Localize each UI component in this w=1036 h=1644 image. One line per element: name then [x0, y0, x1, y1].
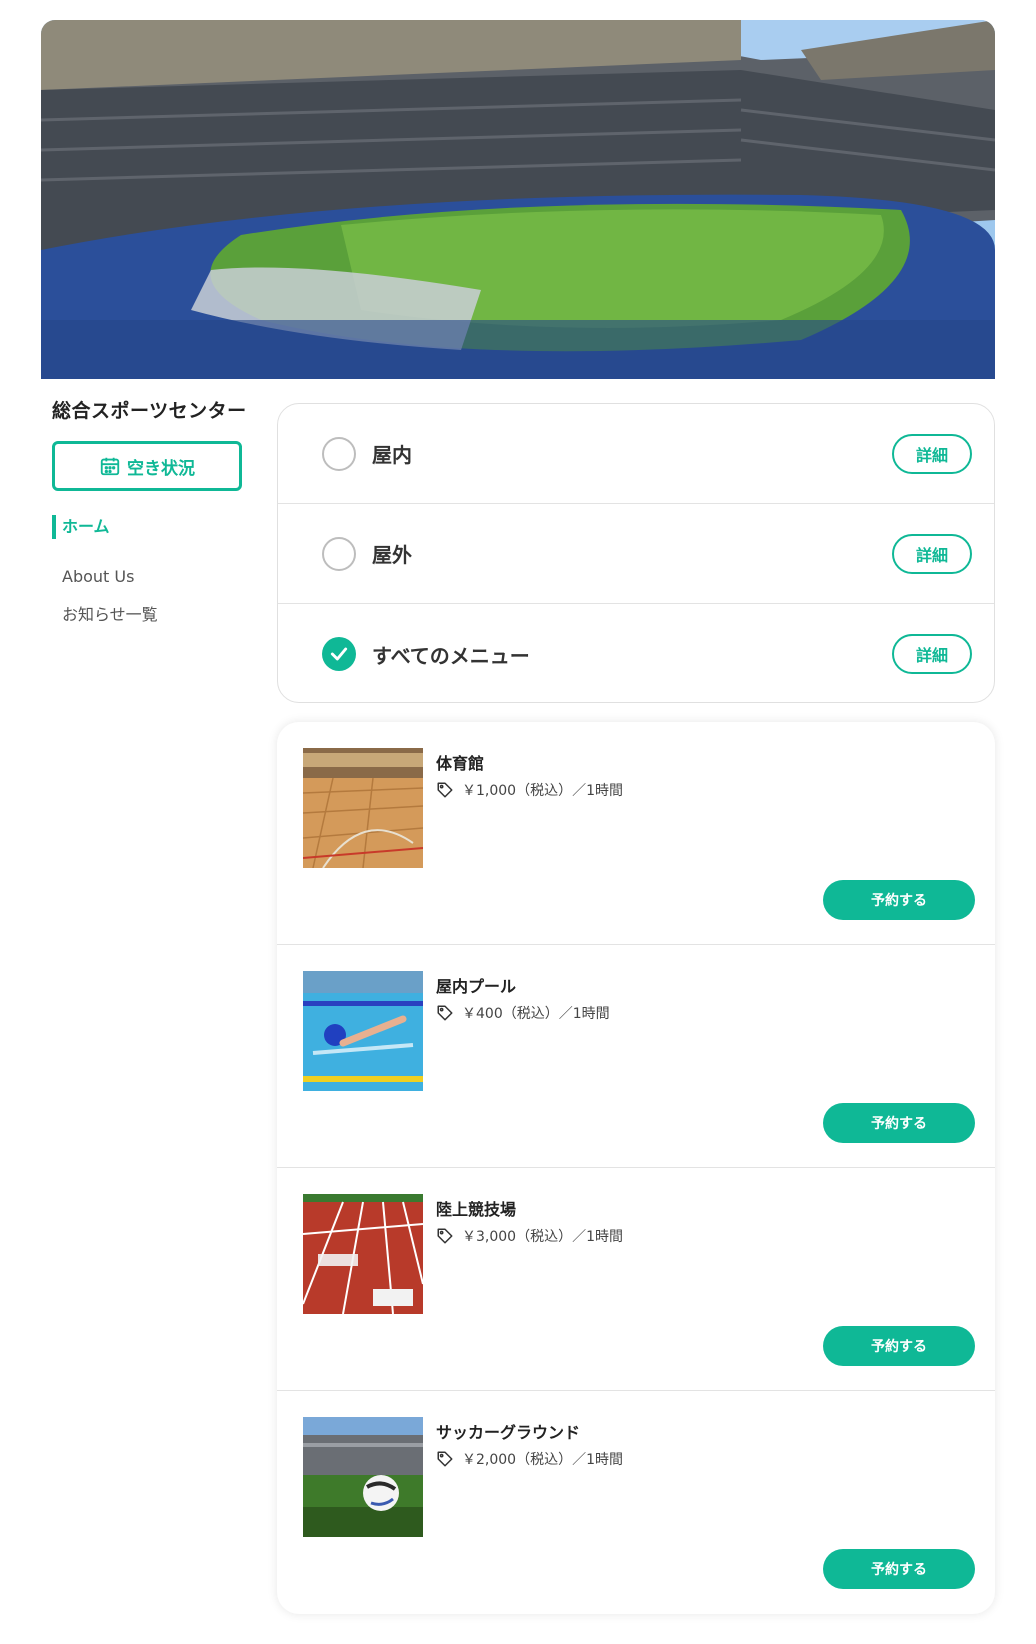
- radio-all-menu[interactable]: [322, 637, 356, 671]
- facility-name: 陸上競技場: [436, 1200, 517, 1219]
- sidebar-nav: ホーム About Us お知らせ一覧: [52, 515, 252, 627]
- facility-name: サッカーグラウンド: [436, 1423, 581, 1442]
- category-row-indoor[interactable]: 屋内 詳細: [278, 404, 994, 504]
- detail-button-indoor[interactable]: 詳細: [892, 433, 972, 474]
- site-title: 総合スポーツセンター: [52, 400, 247, 422]
- reserve-button-indoor-pool[interactable]: 予約する: [823, 1103, 975, 1143]
- soccer-ball-photo: [303, 1417, 423, 1537]
- detail-button-all-menu[interactable]: 詳細: [892, 634, 972, 674]
- facility-price-text: ￥1,000（税込）／1時間: [462, 783, 623, 799]
- price-tag-icon: [437, 1228, 453, 1244]
- availability-button[interactable]: 空き状況: [52, 441, 242, 491]
- nav-item-news-list[interactable]: お知らせ一覧: [52, 603, 252, 627]
- price-tag-icon: [437, 782, 453, 798]
- facility-price: ￥1,000（税込）／1時間: [436, 780, 623, 800]
- radio-indoor[interactable]: [322, 436, 356, 471]
- checkmark-icon: [330, 647, 348, 661]
- detail-button-outdoor[interactable]: 詳細: [892, 533, 972, 574]
- category-label: すべてのメニュー: [372, 643, 530, 668]
- reserve-button-gymnasium[interactable]: 予約する: [823, 880, 975, 920]
- category-row-outdoor[interactable]: 屋外 詳細: [278, 504, 994, 604]
- facility-item: 屋内プール ￥400（税込）／1時間 予約する: [277, 945, 995, 1168]
- category-panel: 屋内 詳細 屋外 詳細 すべてのメニュー 詳細: [277, 403, 995, 703]
- running-track-photo: [303, 1194, 423, 1314]
- nav-item-about-us[interactable]: About Us: [52, 565, 252, 589]
- facility-item: サッカーグラウンド ￥2,000（税込）／1時間 予約する: [277, 1391, 995, 1614]
- facility-price: ￥2,000（税込）／1時間: [436, 1449, 623, 1469]
- facility-name: 体育館: [436, 754, 485, 773]
- sidebar: 総合スポーツセンター 空き状況 ホーム About Us お知らせ一覧: [52, 396, 252, 641]
- price-tag-icon: [437, 1451, 453, 1467]
- nav-item-home[interactable]: ホーム: [52, 515, 252, 539]
- facility-name: 屋内プール: [436, 977, 517, 996]
- calendar-icon: [100, 457, 120, 476]
- gymnasium-photo: [303, 748, 423, 868]
- category-row-all-menu[interactable]: すべてのメニュー 詳細: [278, 604, 994, 702]
- facility-list: 体育館 ￥1,000（税込）／1時間 予約する 屋内プール ￥400（税込）／1…: [277, 722, 995, 1614]
- reserve-button-soccer[interactable]: 予約する: [823, 1549, 975, 1589]
- category-label: 屋外: [372, 543, 412, 567]
- reserve-button-track[interactable]: 予約する: [823, 1326, 975, 1366]
- facility-price-text: ￥2,000（税込）／1時間: [462, 1452, 623, 1468]
- category-label: 屋内: [372, 443, 412, 467]
- facility-item: 体育館 ￥1,000（税込）／1時間 予約する: [277, 722, 995, 945]
- facility-price-text: ￥400（税込）／1時間: [462, 1006, 610, 1022]
- facility-price: ￥3,000（税込）／1時間: [436, 1226, 623, 1246]
- facility-item: 陸上競技場 ￥3,000（税込）／1時間 予約する: [277, 1168, 995, 1391]
- price-tag-icon: [437, 1005, 453, 1021]
- swimming-pool-photo: [303, 971, 423, 1091]
- hero-stadium-image: [41, 20, 995, 379]
- facility-price-text: ￥3,000（税込）／1時間: [462, 1229, 623, 1245]
- facility-price: ￥400（税込）／1時間: [436, 1003, 610, 1023]
- radio-outdoor[interactable]: [322, 536, 356, 571]
- availability-button-label: 空き状況: [127, 458, 195, 478]
